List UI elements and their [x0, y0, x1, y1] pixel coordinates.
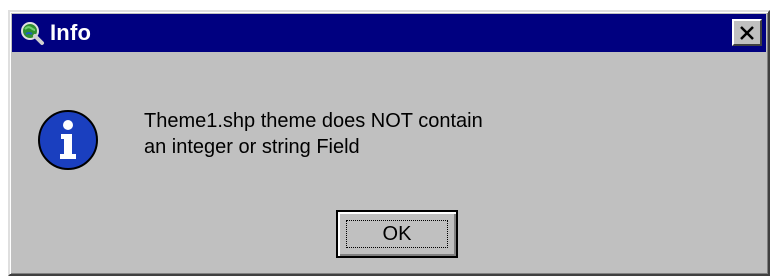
message-text: Theme1.shp theme does NOT contain an int…: [144, 108, 483, 160]
close-button[interactable]: [732, 19, 762, 46]
info-dialog: Info Theme1.shp theme does NOT contain a…: [8, 10, 770, 276]
close-icon: [740, 25, 754, 40]
ok-button[interactable]: OK: [336, 210, 458, 258]
title-bar[interactable]: Info: [12, 14, 766, 52]
message-line-2: an integer or string Field: [144, 136, 360, 158]
information-icon: [36, 108, 100, 172]
window-title: Info: [50, 20, 92, 45]
globe-magnifier-icon: [18, 19, 46, 47]
message-line-1: Theme1.shp theme does NOT contain: [144, 110, 483, 132]
ok-button-label: OK: [382, 222, 412, 245]
